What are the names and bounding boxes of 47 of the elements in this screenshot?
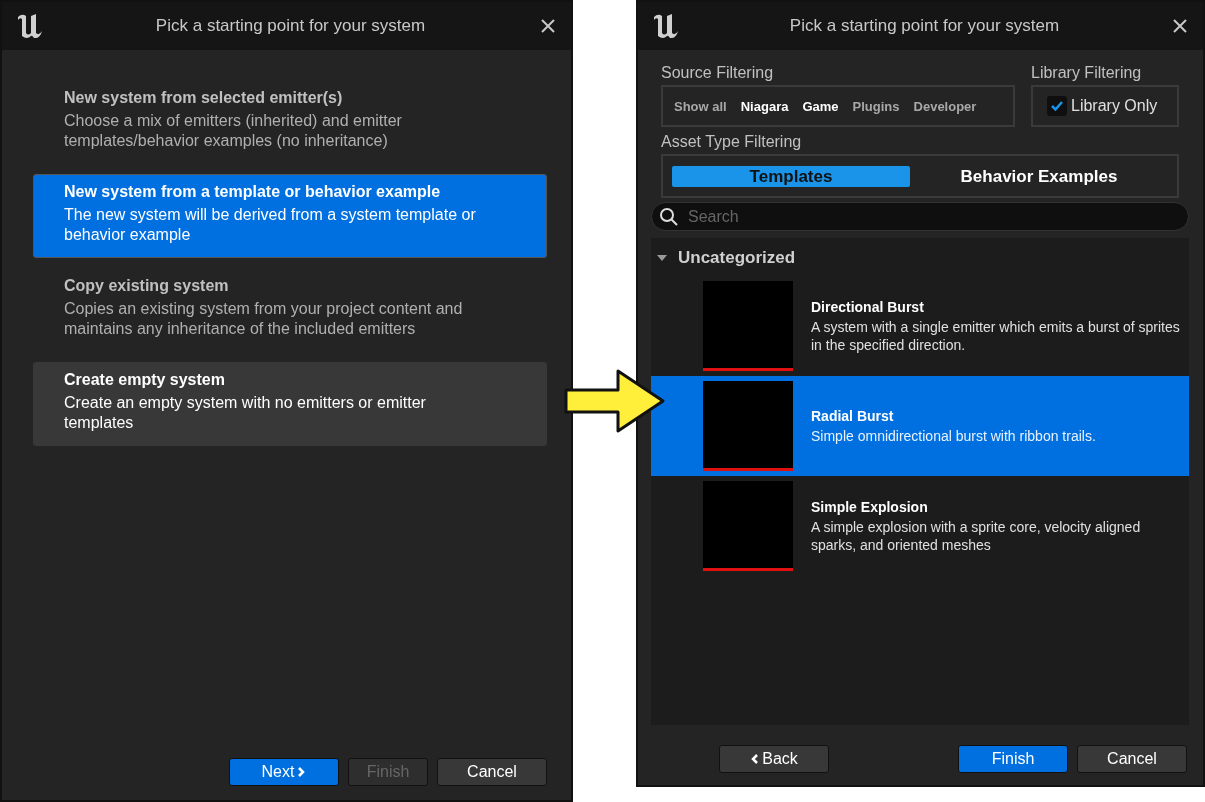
checkbox-label: Library Only bbox=[1071, 97, 1158, 115]
filter-toggle[interactable]: Show all bbox=[669, 94, 732, 118]
option-item[interactable]: Create empty system Create an empty system with no emitters or emitter templates bbox=[33, 362, 547, 446]
asset-item[interactable]: Radial Burst Simple omnidirectional burst with ribbon trails. bbox=[651, 376, 1189, 476]
cancel-button[interactable]: Cancel bbox=[437, 758, 547, 786]
asset-item[interactable]: Simple Explosion A simple explosion with a sprite core, velocity aligned sparks, and oriented meshes bbox=[651, 476, 1189, 576]
section-label: Source Filtering bbox=[661, 64, 775, 82]
asset-name: Radial Burst bbox=[811, 407, 895, 424]
option-item[interactable]: Copy existing system Copies an existing system from your project content and maintains any inheritance of the included emitters bbox=[33, 268, 547, 352]
back-button[interactable]: Back bbox=[719, 745, 829, 773]
option-title: New system from selected emitter(s) bbox=[64, 89, 344, 107]
option-description: Copies an existing system from your project content and maintains any inheritance of the included emitters bbox=[64, 299, 464, 339]
search-field[interactable]: Search bbox=[651, 202, 1189, 231]
option-title: Copy existing system bbox=[64, 277, 230, 295]
section-label: Asset Type Filtering bbox=[660, 133, 803, 151]
checkbox[interactable] bbox=[1047, 96, 1067, 116]
asset-description: A system with a single emitter which emits a burst of sprites in the specified direction. bbox=[811, 317, 1181, 354]
filter-toggle[interactable]: Niagara bbox=[735, 94, 794, 118]
option-item[interactable]: New system from selected emitter(s) Choose a mix of emitters (inherited) and emitter templates/behavior examples (no inheritance) bbox=[33, 80, 547, 164]
tab[interactable]: Templates bbox=[672, 165, 910, 187]
search-icon bbox=[659, 207, 679, 227]
asset-description: A simple explosion with a sprite core, velocity aligned sparks, and oriented meshes bbox=[811, 517, 1142, 554]
next-button[interactable]: Next bbox=[229, 758, 339, 786]
option-description: The new system will be derived from a system template or behavior example bbox=[64, 205, 477, 245]
chevron-right-icon bbox=[296, 766, 307, 778]
filter-toggle[interactable]: Plugins bbox=[847, 94, 905, 118]
asset-name: Directional Burst bbox=[811, 298, 925, 315]
option-title: New system from a template or behavior example bbox=[64, 183, 442, 201]
filter-toggle[interactable]: Game bbox=[797, 94, 844, 118]
tab[interactable]: Behavior Examples bbox=[920, 165, 1158, 187]
check-icon bbox=[1050, 100, 1064, 112]
option-item[interactable]: New system from a template or behavior example The new system will be derived from a system template or behavior example bbox=[33, 174, 547, 258]
finish-button[interactable]: Finish bbox=[958, 745, 1068, 773]
filter-toggle[interactable]: Developer bbox=[908, 94, 982, 118]
caret-icon bbox=[656, 253, 668, 263]
chevron-left-icon bbox=[750, 753, 761, 765]
option-description: Choose a mix of emitters (inherited) and emitter templates/behavior examples (no inheritance) bbox=[64, 111, 403, 151]
option-title: Create empty system bbox=[64, 371, 226, 389]
asset-item[interactable]: Directional Burst A system with a single emitter which emits a burst of sprites in the specified direction. bbox=[651, 276, 1189, 376]
asset-name: Simple Explosion bbox=[811, 498, 929, 515]
category-header[interactable]: Uncategorized bbox=[651, 238, 1189, 276]
asset-description: Simple omnidirectional burst with ribbon trails. bbox=[811, 426, 1096, 445]
window-title: Pick a starting point for your system bbox=[154, 16, 427, 36]
section-label: Library Filtering bbox=[1031, 64, 1143, 82]
option-description: Create an empty system with no emitters or emitter templates bbox=[64, 393, 427, 433]
cancel-button[interactable]: Cancel bbox=[1077, 745, 1187, 773]
window-title: Pick a starting point for your system bbox=[788, 16, 1061, 36]
